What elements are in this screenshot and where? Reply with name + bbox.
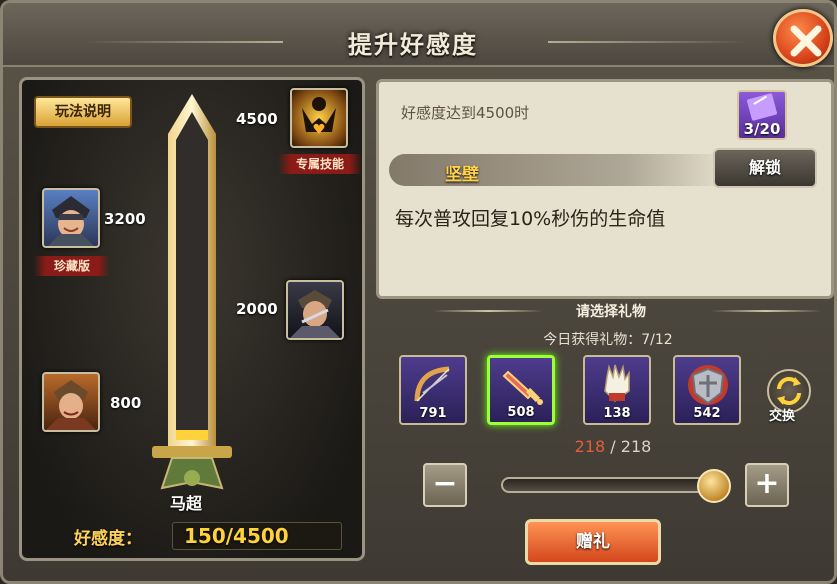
close-button[interactable] <box>773 9 833 67</box>
give-gift-button[interactable]: 赠礼 <box>525 519 661 565</box>
skill-description: 每次普攻回复10%秒伤的生命值 <box>395 208 666 230</box>
quantity-slider-thumb[interactable] <box>697 469 731 503</box>
skill-name-band <box>389 154 729 186</box>
gift-slot-shield[interactable]: 542 <box>673 355 741 425</box>
sword-favor-fill <box>176 430 208 440</box>
hero-favor-panel: 玩法说明 4500 专属技能 3200 珍藏版 2000 800 马超 好感度：… <box>19 77 365 561</box>
gift-slot-bow[interactable]: 791 <box>399 355 467 425</box>
title-left-ornament <box>83 41 283 43</box>
title-bar: 提升好感度 <box>3 3 834 67</box>
gift-quantity: 218 / 218 <box>563 437 663 456</box>
exclusive-skill-icon[interactable] <box>290 88 348 148</box>
gift-count: 138 <box>603 406 631 421</box>
exclusive-skill-tag: 专属技能 <box>278 154 362 174</box>
gift-count: 508 <box>507 405 535 420</box>
hero-portrait-icon[interactable] <box>286 280 344 340</box>
milestone-value-2000: 2000 <box>236 300 278 318</box>
gift-slot-gauntlet[interactable]: 138 <box>583 355 651 425</box>
favor-value: 150/4500 <box>184 524 289 548</box>
rules-button[interactable]: 玩法说明 <box>34 96 132 128</box>
gift-count: 791 <box>419 406 447 421</box>
increase-button[interactable]: + <box>745 463 789 507</box>
decrease-button[interactable]: − <box>423 463 467 507</box>
gift-quantity-max: 218 <box>620 437 652 456</box>
skill-name: 坚壁 <box>445 165 479 185</box>
milestone-value-3200: 3200 <box>104 210 146 228</box>
favor-sword-gauge <box>152 94 232 490</box>
dialog-title: 提升好感度 <box>348 30 478 59</box>
bow-icon <box>414 366 450 402</box>
unlock-button[interactable]: 解锁 <box>713 148 817 188</box>
gift-daily-count: 今日获得礼物：7/12 <box>543 332 673 348</box>
swap-label: 交换 <box>769 409 796 424</box>
close-x-icon <box>790 25 822 57</box>
hero-portrait-icon[interactable] <box>42 372 100 432</box>
milestone-value-800: 800 <box>110 394 142 412</box>
sword-icon <box>502 370 543 405</box>
gift-section-title: 请选择礼物 <box>576 304 646 320</box>
gift-title-ornament-left <box>433 310 543 312</box>
collector-edition-tag: 珍藏版 <box>34 256 110 276</box>
gift-quantity-separator: / <box>605 437 621 456</box>
shield-icon <box>688 365 728 405</box>
hero-name: 马超 <box>169 494 202 513</box>
favor-dialog: 提升好感度 玩法说明 4500 专属技能 3200 珍藏版 2000 800 马… <box>0 0 837 584</box>
favor-label: 好感度： <box>74 529 142 549</box>
gift-count: 542 <box>693 406 721 421</box>
skill-info-panel: 好感度达到4500时 3/20 坚壁 解锁 每次普攻回复10%秒伤的生命值 <box>376 79 834 299</box>
milestone-value-4500: 4500 <box>236 110 278 128</box>
gift-quantity-current: 218 <box>574 437 606 456</box>
gift-slot-sword[interactable]: 508 <box>487 355 555 425</box>
book-count: 3/20 <box>743 120 781 138</box>
hero-portrait-collector-icon[interactable] <box>42 188 100 248</box>
quantity-slider[interactable] <box>501 477 727 493</box>
title-right-ornament <box>548 41 748 43</box>
unlock-condition: 好感度达到4500时 <box>401 104 530 122</box>
gauntlet-icon <box>604 364 630 402</box>
gift-title-ornament-right <box>711 310 821 312</box>
